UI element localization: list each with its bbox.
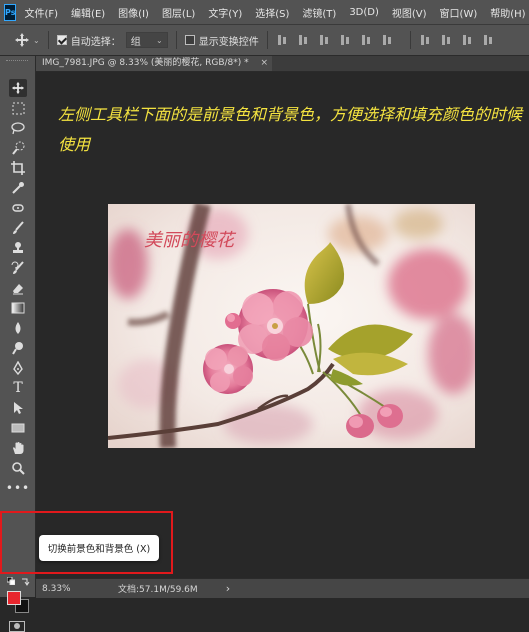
options-bar: ⌄ 自动选择： 组 ⌄ 显示变换控件 (0, 25, 529, 56)
menu-bar: Ps 文件(F) 编辑(E) 图像(I) 图层(L) 文字(Y) 选择(S) 滤… (0, 0, 529, 25)
menu-image[interactable]: 图像(I) (118, 5, 149, 20)
distribute-top-icon[interactable] (419, 33, 433, 47)
auto-select-label: 自动选择： (70, 36, 121, 48)
rectangle-icon[interactable] (9, 419, 27, 437)
menu-filter[interactable]: 滤镜(T) (302, 5, 336, 20)
divider (409, 31, 411, 49)
quick-mask-icon[interactable] (9, 621, 25, 632)
move-icon (15, 33, 29, 47)
menu-select[interactable]: 选择(S) (255, 5, 289, 20)
close-icon[interactable]: × (260, 56, 268, 71)
history-brush-icon[interactable] (9, 259, 27, 277)
auto-select-value: 组 (130, 36, 141, 48)
document-tab-bar: IMG_7981.JPG @ 8.33% (美丽的樱花, RGB/8*) * × (36, 56, 529, 72)
menu-file[interactable]: 文件(F) (24, 5, 58, 20)
status-bar: 8.33% 文档:57.1M/59.6M › (36, 578, 529, 598)
cherry-blossom-photo[interactable]: 美丽的樱花 (108, 204, 475, 448)
menu-view[interactable]: 视图(V) (392, 5, 427, 20)
instruction-text: 左侧工具栏下面的是前景色和背景色，方便选择和填充颜色的时候使用 (58, 105, 523, 154)
menu-type[interactable]: 文字(Y) (208, 5, 242, 20)
healing-icon[interactable] (9, 199, 27, 217)
path-select-icon[interactable] (9, 399, 27, 417)
marquee-icon[interactable] (9, 99, 27, 117)
checkbox-checked-icon (56, 35, 67, 45)
foreground-color-swatch[interactable] (7, 591, 21, 605)
default-colors-icon[interactable] (7, 577, 15, 585)
auto-select-dropdown[interactable]: 组 ⌄ (125, 32, 168, 48)
blur-icon[interactable] (9, 319, 27, 337)
checkbox-unchecked-icon (184, 35, 195, 45)
document-title: IMG_7981.JPG @ 8.33% (美丽的樱花, RGB/8*) * (42, 58, 249, 68)
move-tool-preset[interactable]: ⌄ (14, 32, 40, 48)
move-icon[interactable] (9, 79, 27, 97)
chevron-right-icon[interactable]: › (226, 582, 230, 595)
show-transform-checkbox[interactable]: 显示变换控件 (184, 33, 259, 48)
crop-icon[interactable] (9, 159, 27, 177)
document-size: 文档:57.1M/59.6M (118, 585, 198, 595)
swap-colors-icon[interactable] (21, 577, 30, 586)
panel-grip[interactable] (6, 60, 28, 64)
menu-window[interactable]: 窗口(W) (440, 5, 478, 20)
align-bottom-icon[interactable] (381, 33, 395, 47)
align-center-icon[interactable] (297, 33, 311, 47)
chevron-down-icon: ⌄ (33, 35, 40, 45)
brush-icon[interactable] (9, 219, 27, 237)
menu-layer[interactable]: 图层(L) (162, 5, 195, 20)
zoom-icon[interactable] (9, 459, 27, 477)
zoom-level[interactable]: 8.33% (42, 584, 82, 594)
more-icon[interactable]: ••• (6, 479, 29, 497)
distribute-left-icon[interactable] (482, 33, 496, 47)
gradient-icon[interactable] (9, 299, 27, 317)
quick-select-icon[interactable] (9, 139, 27, 157)
dodge-icon[interactable] (9, 339, 27, 357)
eraser-icon[interactable] (9, 279, 27, 297)
menu-edit[interactable]: 编辑(E) (71, 5, 105, 20)
align-right-icon[interactable] (318, 33, 332, 47)
show-transform-label: 显示变换控件 (198, 36, 259, 48)
eyedropper-icon[interactable] (9, 179, 27, 197)
annotation-highlight-box (0, 511, 173, 574)
menu-help[interactable]: 帮助(H) (490, 5, 525, 20)
menu-3d[interactable]: 3D(D) (349, 7, 379, 18)
divider (47, 31, 49, 49)
align-middle-icon[interactable] (360, 33, 374, 47)
divider (266, 31, 268, 49)
distribute-bottom-icon[interactable] (461, 33, 475, 47)
align-top-icon[interactable] (339, 33, 353, 47)
chevron-down-icon: ⌄ (156, 35, 163, 45)
auto-select-checkbox[interactable]: 自动选择： (56, 33, 121, 48)
divider (175, 31, 177, 49)
pen-icon[interactable] (9, 359, 27, 377)
stamp-icon[interactable] (9, 239, 27, 257)
photo-caption-text: 美丽的樱花 (144, 230, 234, 251)
type-icon[interactable]: T (9, 379, 27, 397)
align-left-icon[interactable] (276, 33, 290, 47)
photoshop-logo-icon: Ps (4, 3, 17, 21)
document-tab[interactable]: IMG_7981.JPG @ 8.33% (美丽的樱花, RGB/8*) * × (36, 56, 272, 71)
distribute-middle-icon[interactable] (440, 33, 454, 47)
hand-icon[interactable] (9, 439, 27, 457)
lasso-icon[interactable] (9, 119, 27, 137)
